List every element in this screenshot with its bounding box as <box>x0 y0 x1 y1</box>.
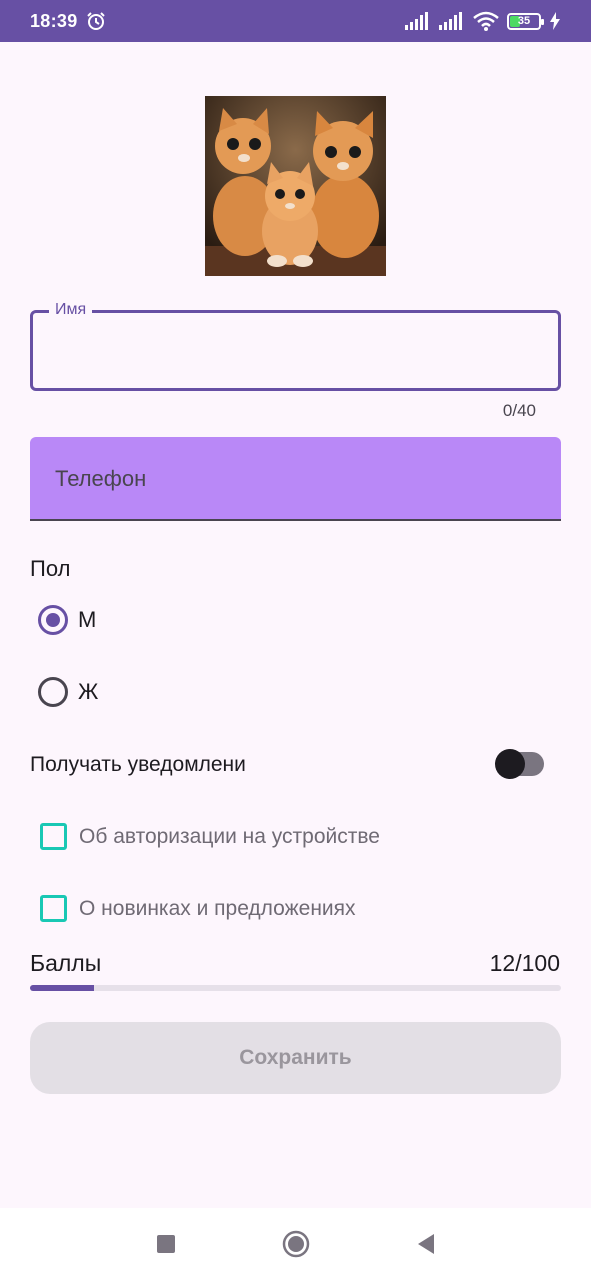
auth-notification-label: Об авторизации на устройстве <box>79 824 380 848</box>
recent-apps-icon <box>156 1235 175 1253</box>
checkbox-row-news[interactable]: О новинках и предложениях <box>40 895 356 922</box>
signal-icon <box>405 12 428 30</box>
battery-icon: 35 <box>507 12 544 30</box>
switch-thumb <box>495 749 525 779</box>
phone-field-placeholder: Телефон <box>55 466 147 491</box>
news-notification-checkbox[interactable] <box>40 895 67 922</box>
back-icon <box>417 1234 434 1254</box>
gender-option-m-label: М <box>78 607 97 632</box>
navigation-bar <box>0 1208 591 1280</box>
notifications-switch[interactable] <box>495 749 544 779</box>
back-button[interactable] <box>411 1229 441 1259</box>
name-field-label: Имя <box>49 301 93 319</box>
wifi-icon <box>473 11 499 31</box>
auth-notification-checkbox[interactable] <box>40 823 67 850</box>
status-time: 18:39 <box>30 10 78 31</box>
gender-option-m[interactable]: М <box>38 605 96 635</box>
gender-label: Пол <box>30 556 71 581</box>
score-progress-fill <box>30 985 94 991</box>
radio-button-f[interactable] <box>38 677 68 707</box>
kittens-image <box>205 96 386 276</box>
name-char-counter: 0/40 <box>502 401 536 420</box>
checkbox-row-auth[interactable]: Об авторизации на устройстве <box>40 823 380 850</box>
news-notification-label: О новинках и предложениях <box>79 896 356 920</box>
charging-icon <box>550 12 560 30</box>
score-value: 12/100 <box>489 950 560 976</box>
phone-field[interactable]: Телефон <box>30 437 561 521</box>
status-bar: 18:39 35 <box>0 0 591 42</box>
battery-level: 35 <box>517 15 531 27</box>
signal-icon <box>439 12 462 30</box>
name-field[interactable]: Имя <box>30 301 561 391</box>
radio-button-m[interactable] <box>38 605 68 635</box>
score-progress-bar <box>30 985 561 991</box>
gender-option-f[interactable]: Ж <box>38 677 98 707</box>
recent-apps-button[interactable] <box>151 1229 181 1259</box>
score-label: Баллы <box>30 950 102 976</box>
home-button[interactable] <box>281 1229 311 1259</box>
gender-option-f-label: Ж <box>78 679 99 704</box>
home-icon <box>282 1230 309 1258</box>
notifications-label: Получать уведомлени <box>30 753 246 776</box>
save-button[interactable]: Сохранить <box>30 1022 561 1094</box>
alarm-icon <box>86 12 105 30</box>
